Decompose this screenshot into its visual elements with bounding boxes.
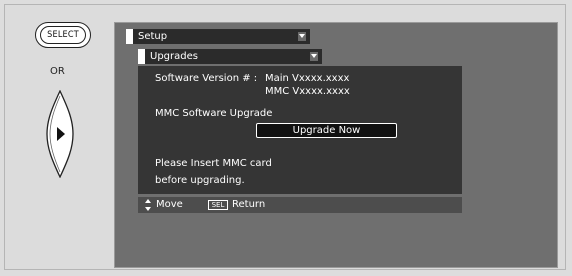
main-version-value: Main Vxxxx.xxxx — [265, 73, 350, 84]
setup-label: Setup — [138, 31, 168, 42]
insert-card-line1: Please Insert MMC card — [155, 158, 272, 169]
mmc-version-value: MMC Vxxxx.xxxx — [265, 86, 350, 97]
help-bar: Move SEL Return — [138, 197, 462, 213]
menu-setup[interactable]: Setup — [126, 29, 310, 44]
upgrades-marker-icon — [138, 49, 145, 64]
dpad-right-icon[interactable] — [44, 90, 76, 178]
mmc-upgrade-label: MMC Software Upgrade — [155, 108, 273, 119]
select-button-label: SELECT — [40, 26, 86, 44]
sel-key-icon: SEL — [208, 200, 228, 210]
select-button[interactable]: SELECT — [35, 22, 91, 48]
upgrades-label: Upgrades — [150, 51, 198, 62]
chevron-down-icon[interactable] — [298, 32, 306, 41]
move-hint: Move — [156, 199, 183, 210]
setup-marker-icon — [126, 29, 133, 44]
or-label: OR — [50, 66, 65, 77]
chevron-down-icon[interactable] — [310, 52, 318, 61]
upgrade-now-button[interactable]: Upgrade Now — [256, 123, 397, 138]
up-down-arrows-icon — [145, 199, 151, 211]
page-frame: SELECT OR Setup Upgrades Software Versio… — [0, 0, 572, 276]
software-version-label: Software Version # : — [155, 73, 258, 84]
insert-card-line2: before upgrading. — [155, 175, 245, 186]
return-hint: Return — [232, 199, 266, 210]
menu-upgrades[interactable]: Upgrades — [138, 49, 322, 64]
